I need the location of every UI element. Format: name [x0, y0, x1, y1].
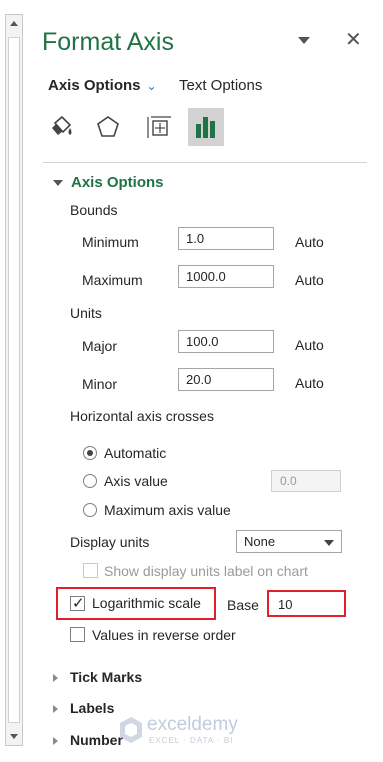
watermark-tagline: EXCEL · DATA · BI [149, 736, 234, 745]
size-properties-icon[interactable] [141, 108, 177, 146]
radio-axis-value[interactable] [83, 474, 97, 488]
axis-options-icon[interactable] [188, 108, 224, 146]
scroll-down-icon[interactable] [10, 734, 18, 739]
expand-triangle-icon [53, 737, 58, 746]
axis-value-input: 0.0 [271, 470, 341, 492]
base-label: Base [227, 597, 259, 613]
exceldemy-logo-icon [120, 717, 142, 743]
format-axis-pane: Format Axis ✕ Axis Options ⌄ Text Options [29, 0, 383, 762]
tab-text-options[interactable]: Text Options [179, 77, 262, 94]
show-units-label-checkbox [83, 563, 98, 578]
minor-input[interactable]: 20.0 [178, 368, 274, 391]
divider [43, 162, 367, 163]
radio-automatic-label[interactable]: Automatic [104, 445, 166, 461]
minor-label: Minor [82, 376, 118, 392]
major-label: Major [82, 338, 118, 354]
dropdown-caret-icon [324, 540, 334, 546]
log-scale-label[interactable]: Logarithmic scale [92, 595, 201, 611]
display-units-label: Display units [70, 534, 150, 550]
section-labels[interactable]: Labels [53, 700, 114, 716]
chevron-down-icon[interactable]: ⌄ [147, 79, 157, 93]
maximum-auto-label: Auto [295, 272, 324, 288]
watermark-name: exceldemy [147, 714, 238, 735]
vertical-scrollbar[interactable] [5, 14, 23, 746]
radio-axis-value-label[interactable]: Axis value [104, 473, 168, 489]
checkmark-icon: ✓ [72, 595, 85, 612]
collapse-triangle-icon [53, 180, 63, 187]
section-title: Number [70, 732, 123, 748]
expand-triangle-icon [53, 674, 58, 683]
scroll-thumb[interactable] [8, 37, 20, 723]
radio-maximum-axis-value-label[interactable]: Maximum axis value [104, 502, 231, 518]
fill-line-icon[interactable] [44, 108, 80, 146]
bounds-label: Bounds [70, 202, 118, 218]
pane-title: Format Axis [42, 28, 174, 56]
reverse-order-label[interactable]: Values in reverse order [92, 627, 236, 643]
units-label: Units [70, 305, 102, 321]
display-units-value: None [244, 534, 276, 549]
section-number[interactable]: Number [53, 732, 123, 748]
effects-icon[interactable] [90, 108, 126, 146]
pane-options-icon[interactable] [297, 33, 311, 47]
tab-axis-options[interactable]: Axis Options [48, 77, 141, 94]
minimum-auto-label: Auto [295, 234, 324, 250]
section-axis-options[interactable]: Axis Options [53, 174, 164, 191]
exceldemy-watermark: exceldemy EXCEL · DATA · BI [119, 714, 269, 748]
radio-automatic[interactable] [83, 446, 97, 460]
major-input[interactable]: 100.0 [178, 330, 274, 353]
maximum-input[interactable]: 1000.0 [178, 265, 274, 288]
section-title: Labels [70, 700, 115, 716]
radio-maximum-axis-value[interactable] [83, 503, 97, 517]
scroll-up-icon[interactable] [10, 21, 18, 26]
section-title: Tick Marks [70, 669, 143, 685]
base-input[interactable]: 10 [278, 597, 292, 612]
section-title: Axis Options [71, 174, 164, 191]
minimum-label: Minimum [82, 234, 139, 250]
close-icon[interactable]: ✕ [345, 30, 362, 50]
axis-crosses-label: Horizontal axis crosses [70, 408, 214, 424]
display-units-select[interactable]: None [236, 530, 342, 553]
expand-triangle-icon [53, 705, 58, 714]
minor-auto-label: Auto [295, 375, 324, 391]
options-tabs: Axis Options ⌄ Text Options [48, 77, 262, 94]
major-auto-label: Auto [295, 337, 324, 353]
maximum-label: Maximum [82, 272, 143, 288]
reverse-order-checkbox[interactable] [70, 627, 85, 642]
show-units-label-text: Show display units label on chart [104, 563, 308, 579]
log-scale-checkbox[interactable]: ✓ [70, 595, 85, 612]
minimum-input[interactable]: 1.0 [178, 227, 274, 250]
section-tick-marks[interactable]: Tick Marks [53, 669, 142, 685]
